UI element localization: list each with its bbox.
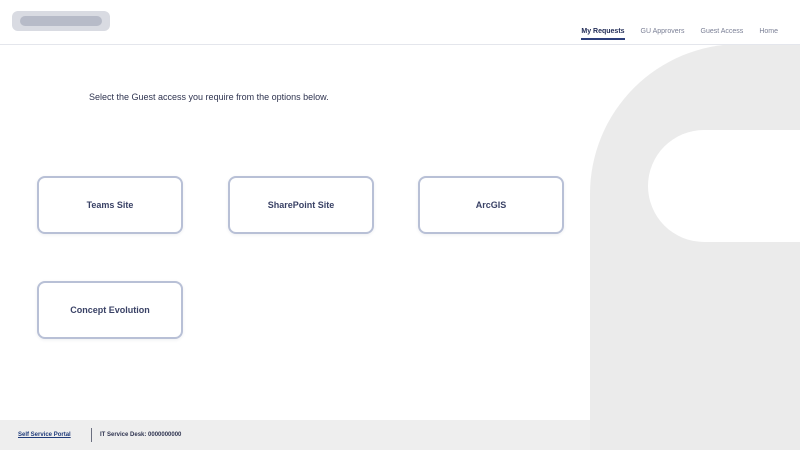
- nav-gu-approvers[interactable]: GU Approvers: [641, 28, 685, 40]
- option-label: Concept Evolution: [70, 305, 150, 315]
- option-concept-evolution[interactable]: Concept Evolution: [37, 281, 183, 339]
- main-content: Select the Guest access you require from…: [0, 44, 590, 420]
- footer-divider: [91, 428, 92, 442]
- footer: Self Service Portal IT Service Desk: 000…: [0, 420, 590, 450]
- company-logo[interactable]: [12, 11, 110, 31]
- top-nav: My Requests GU Approvers Guest Access Ho…: [565, 28, 778, 40]
- background-letter-shape: [590, 44, 800, 450]
- background-graphic: [590, 44, 800, 450]
- background-shape-cutout: [648, 130, 800, 242]
- option-sharepoint-site[interactable]: SharePoint Site: [228, 176, 374, 234]
- nav-home[interactable]: Home: [759, 28, 778, 40]
- instruction-text: Select the Guest access you require from…: [89, 92, 329, 102]
- option-arcgis[interactable]: ArcGIS: [418, 176, 564, 234]
- option-label: SharePoint Site: [267, 200, 335, 210]
- nav-my-requests[interactable]: My Requests: [581, 28, 625, 40]
- self-service-portal-link[interactable]: Self Service Portal: [18, 432, 71, 438]
- service-desk-info: IT Service Desk: 0000000000: [100, 432, 182, 438]
- option-label: ArcGIS: [475, 200, 507, 210]
- logo-wordmark: [20, 16, 102, 26]
- nav-guest-access[interactable]: Guest Access: [701, 28, 744, 40]
- top-header: My Requests GU Approvers Guest Access Ho…: [0, 0, 800, 45]
- option-teams-site[interactable]: Teams Site: [37, 176, 183, 234]
- option-label: Teams Site: [86, 200, 134, 210]
